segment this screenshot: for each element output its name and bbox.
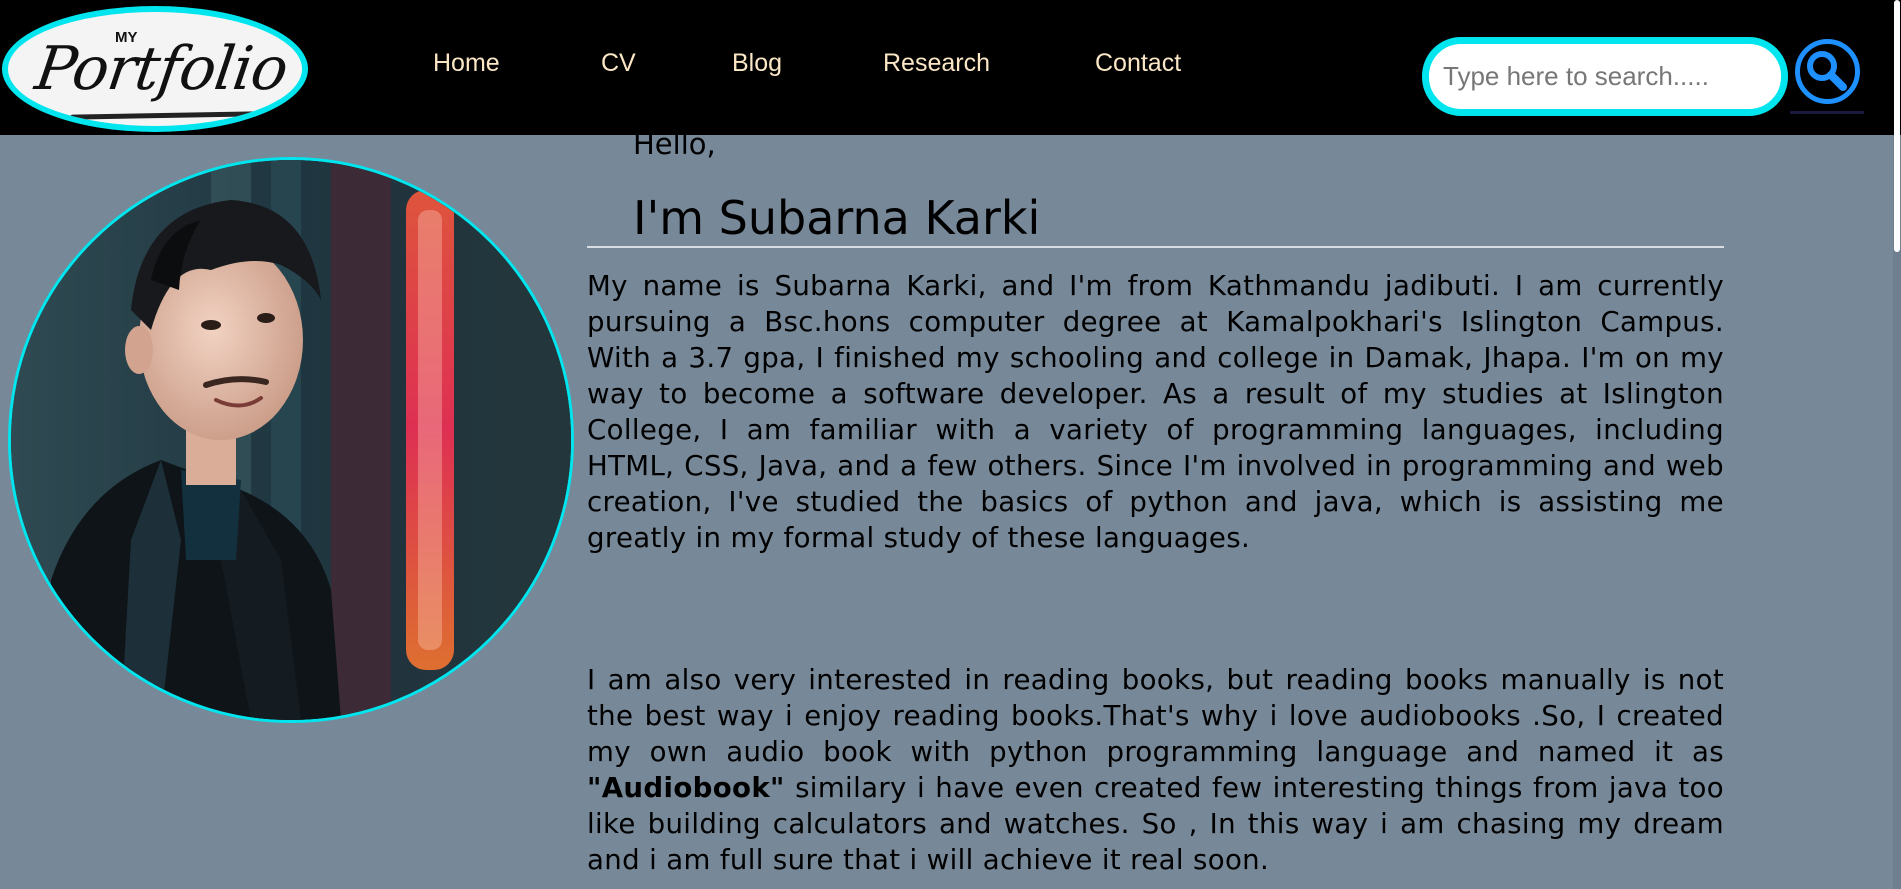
greeting-text: Hello, — [633, 127, 716, 161]
nav-home-link[interactable]: Home — [433, 51, 500, 76]
about-paragraph-1: My name is Subarna Karki, and I'm from K… — [587, 269, 1724, 554]
about-paragraph-2-text: I am also very interested in reading boo… — [587, 663, 1724, 768]
nav-research-link[interactable]: Research — [883, 51, 990, 76]
nav-blog-link[interactable]: Blog — [732, 51, 782, 76]
audiobook-project-name: "Audiobook" — [587, 771, 785, 804]
logo-wordmark: Portfolio — [31, 34, 292, 104]
logo-brush-stroke — [69, 111, 259, 120]
nav-cv-link[interactable]: CV — [601, 51, 636, 76]
profile-photo-image — [11, 160, 571, 720]
nav-contact-link[interactable]: Contact — [1095, 51, 1181, 76]
search-input[interactable] — [1422, 37, 1788, 116]
about-paragraph-2: I am also very interested in reading boo… — [587, 662, 1724, 878]
search-icon — [1807, 51, 1847, 91]
page-scrollbar-thumb[interactable] — [1894, 0, 1900, 252]
logo[interactable]: MY Portfolio — [2, 6, 308, 132]
profile-photo — [8, 157, 574, 723]
name-heading: I'm Subarna Karki — [633, 191, 1041, 245]
heading-divider — [587, 246, 1724, 248]
search-button[interactable] — [1795, 39, 1860, 104]
navbar: MY Portfolio Home CV Blog Research Conta… — [0, 0, 1901, 135]
search-underline — [1790, 111, 1864, 114]
